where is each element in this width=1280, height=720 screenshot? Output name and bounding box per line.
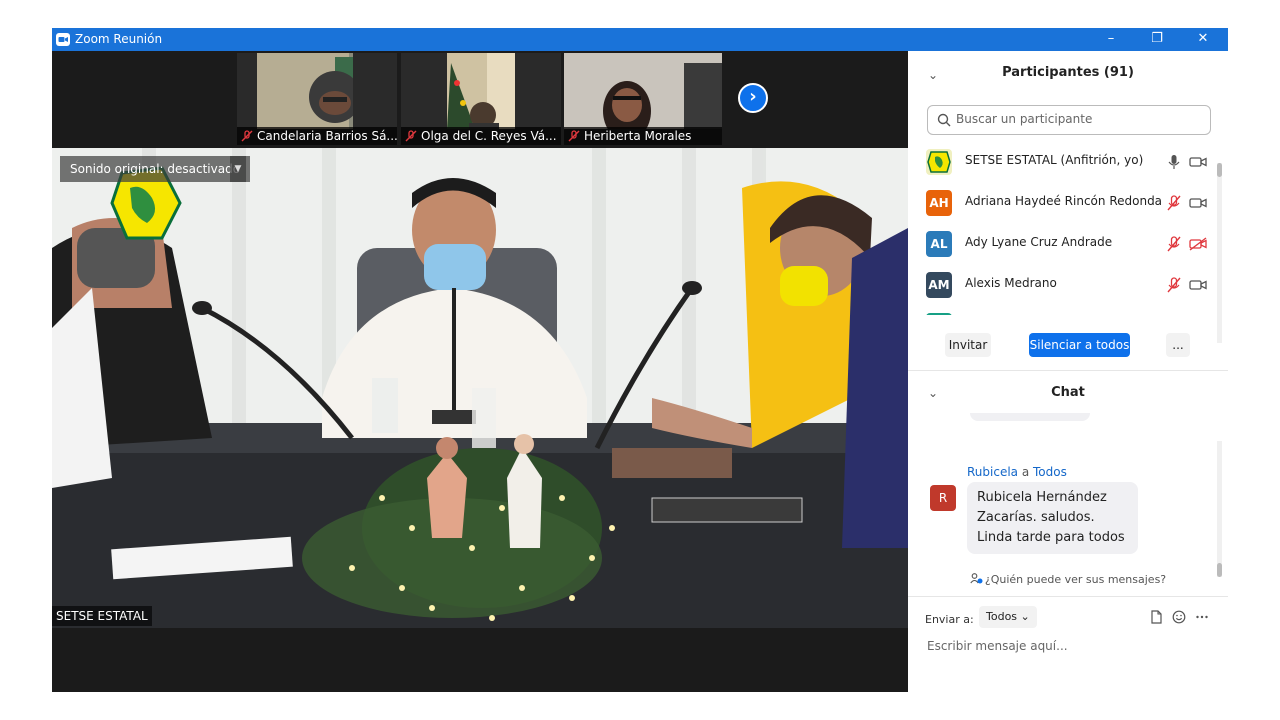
chevron-down-icon: ⌄: [1020, 610, 1030, 623]
zoom-logo-icon: [56, 33, 70, 46]
participant-video-image: [447, 53, 515, 129]
participant-name: SETSE ESTATAL (Anfitrión, yo): [965, 153, 1144, 167]
original-sound-dropdown[interactable]: ▼: [230, 156, 246, 182]
who-can-see-messages-link[interactable]: ¿Quién puede ver sus mensajes?: [908, 573, 1228, 586]
next-page-button[interactable]: ›: [738, 83, 768, 113]
thumbnail-video[interactable]: Olga del C. Reyes Vá...: [401, 53, 561, 145]
sender-name[interactable]: Rubicela: [967, 465, 1018, 479]
active-speaker-label: SETSE ESTATAL: [52, 606, 152, 626]
avatar: AH: [926, 190, 952, 216]
participant-row[interactable]: AL Ady Lyane Cruz Andrade: [908, 223, 1218, 264]
invite-button[interactable]: Invitar: [945, 333, 991, 357]
message-header: Rubicela a Todos: [967, 465, 1067, 479]
close-button[interactable]: ✕: [1180, 28, 1226, 51]
chat-message-input[interactable]: [925, 638, 1219, 654]
who-can-see-text: ¿Quién puede ver sus mensajes?: [984, 573, 1167, 586]
participant-name: Alexis Medrano: [965, 276, 1057, 290]
video-icon[interactable]: [1189, 155, 1207, 169]
emoji-icon[interactable]: [1172, 610, 1186, 624]
participants-scrollbar[interactable]: [1217, 163, 1222, 343]
send-to-dropdown[interactable]: Todos ⌄: [979, 606, 1037, 628]
thumbnail-strip: Candelaria Barrios Sá... Olga del C. Rey…: [52, 51, 908, 147]
message-line: Zacarías. saludos.: [977, 510, 1095, 525]
original-sound-button[interactable]: Sonido original: desactivado: [60, 156, 251, 182]
avatar: AL: [926, 231, 952, 257]
recipient-name: Todos: [1033, 465, 1067, 479]
muted-mic-icon: [405, 130, 417, 142]
send-to-value: Todos: [986, 610, 1018, 623]
previous-message-bubble: [970, 413, 1090, 421]
thumbnail-video[interactable]: Candelaria Barrios Sá...: [237, 53, 397, 145]
divider: [908, 596, 1228, 597]
mute-all-button[interactable]: Silenciar a todos: [1029, 333, 1130, 357]
restore-button[interactable]: ❐: [1134, 28, 1180, 51]
participant-name: Adriana Haydeé Rincón Redonda: [965, 194, 1163, 208]
participant-row[interactable]: AH Adriana Haydeé Rincón Redonda: [908, 182, 1218, 223]
send-to-label: Enviar a:: [925, 613, 974, 626]
participant-row[interactable]: SETSE ESTATAL (Anfitrión, yo): [908, 141, 1218, 182]
thumbnail-name: Olga del C. Reyes Vá...: [421, 129, 557, 143]
side-panel: ⌄ Participantes (91) SETSE ESTATAL (Anfi…: [908, 51, 1228, 692]
participant-list: SETSE ESTATAL (Anfitrión, yo) AH Adriana…: [908, 141, 1218, 315]
chat-title: Chat: [1051, 385, 1085, 400]
host-avatar-logo-icon: [926, 149, 952, 175]
thumbnail-name: Heriberta Morales: [584, 129, 692, 143]
video-area: Candelaria Barrios Sá... Olga del C. Rey…: [52, 51, 908, 692]
zoom-window: Zoom Reunión – ❐ ✕ Candelaria Barrios Sá…: [52, 28, 1228, 692]
participant-search[interactable]: [927, 105, 1211, 135]
participant-name: Ady Lyane Cruz Andrade: [965, 235, 1113, 249]
avatar: [926, 313, 952, 315]
thumbnail-name: Candelaria Barrios Sá...: [257, 129, 397, 143]
message-line: Linda tarde para todos: [977, 530, 1125, 545]
title-bar: Zoom Reunión – ❐ ✕: [52, 28, 1228, 51]
participant-row[interactable]: [908, 305, 1218, 315]
message-bubble: Rubicela Hernández Zacarías. saludos. Li…: [967, 482, 1138, 554]
participant-search-input[interactable]: [954, 111, 1208, 127]
chat-scrollbar[interactable]: [1217, 441, 1222, 577]
divider: [908, 370, 1228, 371]
thumbnail-caption: Heriberta Morales: [564, 127, 722, 145]
muted-mic-icon: [241, 130, 253, 142]
avatar: R: [930, 485, 956, 511]
mic-icon[interactable]: [1167, 154, 1181, 170]
chat-messages: Rubicela a Todos R Rubicela Hernández Za…: [908, 413, 1218, 573]
message-connector: a: [1018, 465, 1034, 479]
muted-mic-icon[interactable]: [1167, 195, 1181, 211]
minimize-button[interactable]: –: [1088, 28, 1134, 51]
avatar: AM: [926, 272, 952, 298]
video-off-icon[interactable]: [1189, 237, 1207, 251]
people-icon: [970, 573, 983, 584]
participant-video-image: [564, 53, 722, 129]
more-options-button[interactable]: ...: [1166, 333, 1190, 357]
participants-title: Participantes (91): [1002, 65, 1134, 80]
more-icon[interactable]: [1195, 610, 1209, 624]
video-icon[interactable]: [1189, 278, 1207, 292]
window-title: Zoom Reunión: [75, 32, 163, 46]
file-icon[interactable]: [1149, 610, 1163, 624]
meeting-room-scene-image: [52, 148, 908, 628]
participant-row[interactable]: AM Alexis Medrano: [908, 264, 1218, 305]
participant-video-image: [257, 53, 353, 129]
video-icon[interactable]: [1189, 196, 1207, 210]
main-video: Sonido original: desactivado ▼ SETSE EST…: [52, 148, 908, 628]
muted-mic-icon: [568, 130, 580, 142]
message-line: Rubicela Hernández: [977, 490, 1107, 505]
thumbnail-caption: Candelaria Barrios Sá...: [237, 127, 397, 145]
thumbnail-caption: Olga del C. Reyes Vá...: [401, 127, 561, 145]
search-icon: [937, 113, 951, 127]
muted-mic-icon[interactable]: [1167, 277, 1181, 293]
thumbnail-video[interactable]: Heriberta Morales: [564, 53, 722, 145]
muted-mic-icon[interactable]: [1167, 236, 1181, 252]
